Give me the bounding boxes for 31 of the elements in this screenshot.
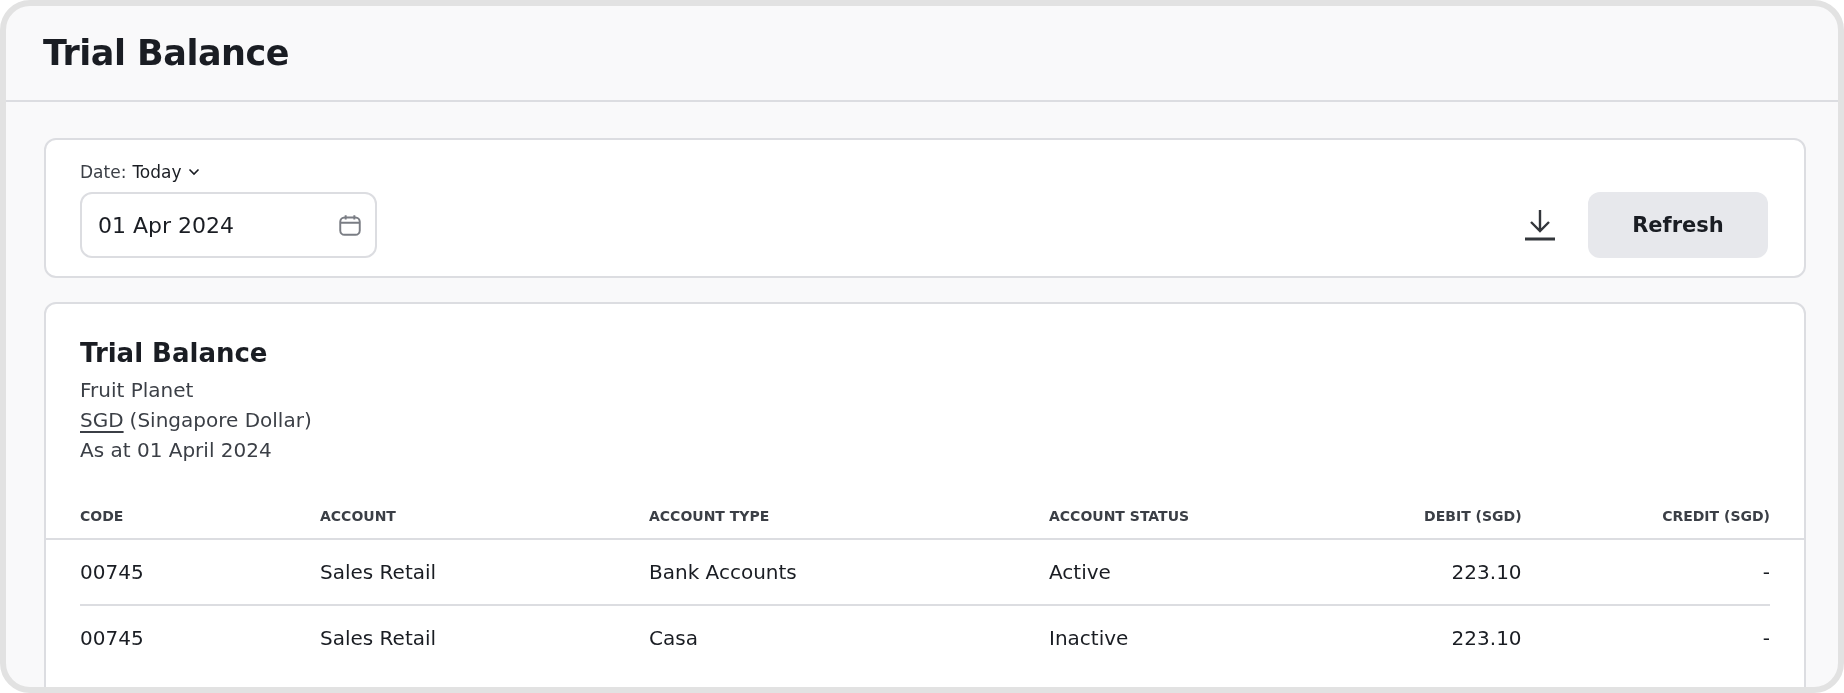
table-cell: Sales Retail: [320, 605, 649, 670]
report-date: As at 01 April 2024: [80, 438, 273, 462]
organisation-name: Fruit Planet: [80, 378, 195, 402]
date-label: Date:: [80, 162, 127, 182]
download-icon[interactable]: [1524, 208, 1556, 242]
table-cell: 223.10: [1371, 539, 1522, 605]
table-cell: Inactive: [1049, 605, 1372, 670]
refresh-button[interactable]: Refresh: [1588, 192, 1768, 258]
page-title: Trial Balance: [43, 33, 289, 73]
table-cell: 223.10: [1371, 605, 1522, 670]
date-range-dropdown[interactable]: Today: [132, 162, 200, 182]
table-cell: 00745: [80, 539, 320, 605]
chevron-down-icon: [187, 168, 200, 176]
table-cell: Bank Accounts: [649, 539, 1049, 605]
currency-code-link[interactable]: SGD: [80, 408, 124, 432]
column-header: CREDIT (SGD): [1521, 492, 1770, 539]
date-input-field[interactable]: 01 Apr 2024: [80, 192, 377, 258]
column-header: ACCOUNT: [320, 492, 649, 539]
calendar-icon[interactable]: [337, 212, 363, 238]
table-cell: Casa: [649, 605, 1049, 670]
table-cell: -: [1521, 605, 1770, 670]
column-header: DEBIT (SGD): [1371, 492, 1522, 539]
column-header: ACCOUNT TYPE: [649, 492, 1049, 539]
column-header: CODE: [80, 492, 320, 539]
currency-name: (Singapore Dollar): [129, 408, 312, 432]
report-title: Trial Balance: [80, 338, 269, 368]
column-header: ACCOUNT STATUS: [1049, 492, 1372, 539]
table-cell: Active: [1049, 539, 1372, 605]
table-cell: -: [1521, 539, 1770, 605]
table-cell: 00745: [80, 605, 320, 670]
table-cell: Sales Retail: [320, 539, 649, 605]
